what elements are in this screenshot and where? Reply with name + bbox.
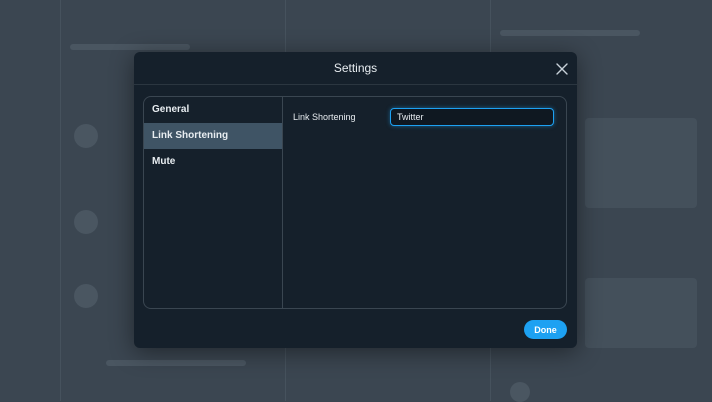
background-column [0, 0, 61, 401]
dialog-header: Settings [134, 52, 577, 85]
sidebar-item-general[interactable]: General [144, 97, 282, 123]
background-avatar [74, 210, 98, 234]
link-shortening-input[interactable] [390, 108, 554, 126]
settings-content: Link Shortening [283, 97, 566, 308]
link-shortening-label: Link Shortening [293, 112, 356, 122]
background-line [500, 30, 640, 36]
sidebar-item-mute[interactable]: Mute [144, 149, 282, 175]
background-media [585, 278, 697, 348]
background-media [585, 118, 697, 208]
background-line [106, 360, 246, 366]
close-icon [556, 63, 568, 75]
settings-dialog: Settings General Link Shortening Mute Li… [134, 52, 577, 348]
sidebar-item-link-shortening[interactable]: Link Shortening [144, 123, 282, 149]
background-avatar [510, 382, 530, 402]
background-avatar [74, 124, 98, 148]
background-avatar [74, 284, 98, 308]
background-line [70, 44, 190, 50]
done-button[interactable]: Done [524, 320, 567, 339]
close-button[interactable] [553, 60, 571, 78]
dialog-title: Settings [333, 61, 378, 75]
settings-panel: General Link Shortening Mute Link Shorte… [143, 96, 567, 309]
settings-sidebar: General Link Shortening Mute [144, 97, 283, 308]
